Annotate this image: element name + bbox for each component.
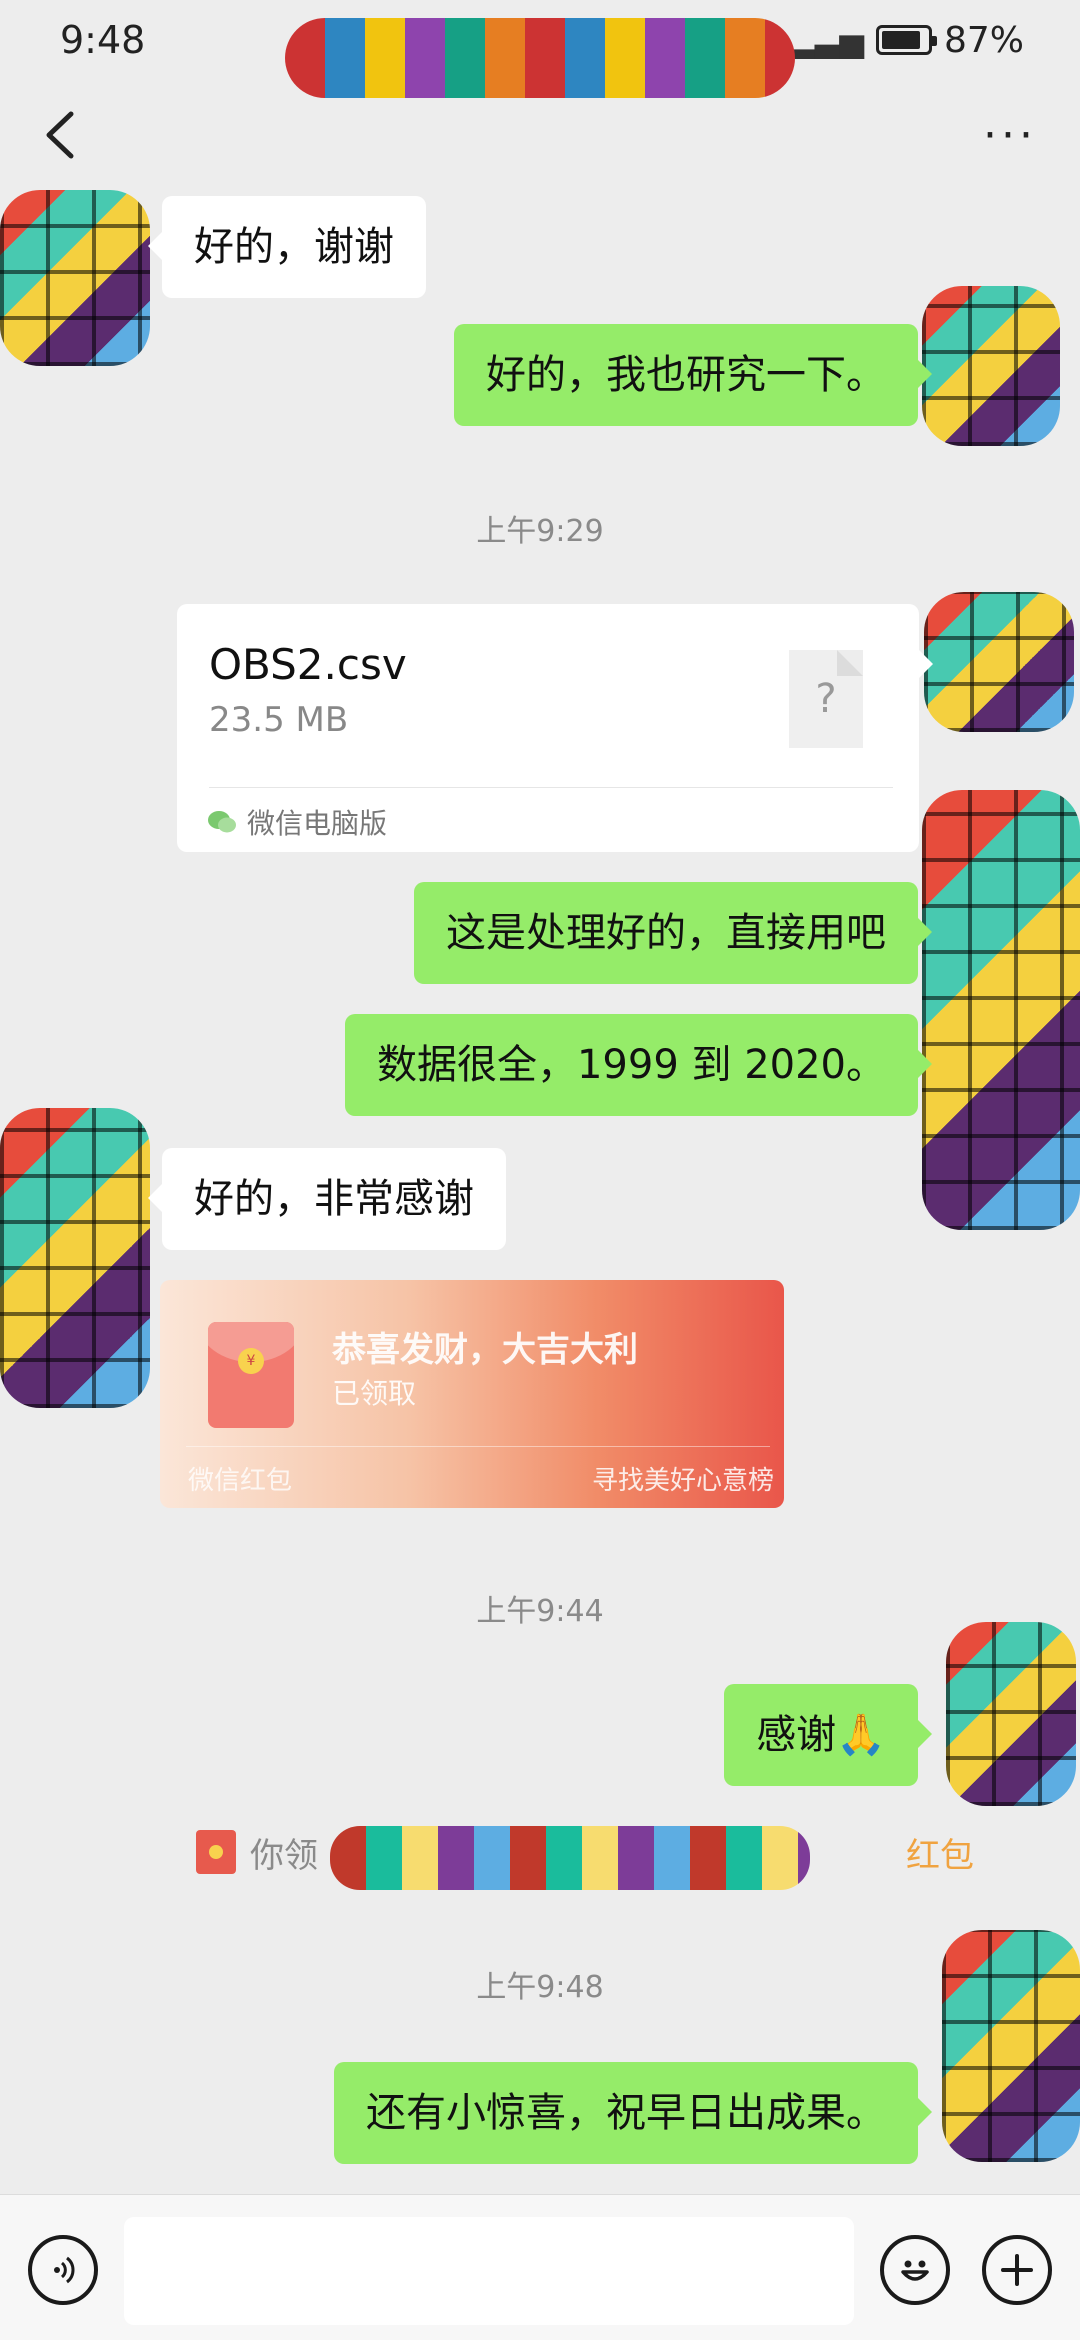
- outgoing-message[interactable]: 这是处理好的，直接用吧: [414, 882, 932, 984]
- battery-icon: [875, 25, 937, 55]
- my-avatar[interactable]: [924, 592, 1074, 732]
- red-packet-status: 已领取: [332, 1377, 417, 1410]
- battery-percent: 87%: [943, 19, 1024, 61]
- file-divider: [209, 787, 893, 788]
- file-source-label: 微信电脑版: [247, 807, 388, 840]
- red-packet-ranking-link[interactable]: 寻找美好心意榜: [592, 1460, 774, 1497]
- red-packet-divider: [186, 1446, 770, 1447]
- add-icon[interactable]: [982, 2235, 1052, 2305]
- file-message-card[interactable]: OBS2.csv 23.5 MB ? 微信电脑版: [177, 604, 933, 852]
- back-icon[interactable]: [30, 105, 90, 165]
- more-options-icon[interactable]: ···: [970, 110, 1050, 161]
- chat-title-redacted: [285, 18, 795, 98]
- timestamp: 上午9:48: [476, 1970, 604, 2005]
- wechat-icon: [208, 811, 236, 833]
- outgoing-message[interactable]: 好的，我也研究一下。: [454, 324, 932, 426]
- my-avatar[interactable]: [946, 1622, 1076, 1806]
- red-packet-link[interactable]: 红包: [906, 1828, 974, 1877]
- timestamp: 上午9:29: [476, 514, 604, 549]
- red-envelope-icon: ¥: [208, 1322, 294, 1428]
- file-size: 23.5 MB: [209, 700, 349, 740]
- incoming-message[interactable]: 好的，谢谢: [148, 196, 426, 298]
- system-notice-text: 你领: [250, 1835, 318, 1876]
- timestamp: 上午9:44: [476, 1594, 604, 1629]
- my-avatar[interactable]: [922, 286, 1060, 446]
- message-input[interactable]: [124, 2217, 854, 2325]
- outgoing-message[interactable]: 还有小惊喜，祝早日出成果。: [334, 2062, 932, 2164]
- my-avatar[interactable]: [922, 790, 1080, 1230]
- emoji-icon[interactable]: [880, 2235, 950, 2305]
- file-name: OBS2.csv: [209, 640, 407, 689]
- red-packet-icon: [196, 1830, 236, 1874]
- outgoing-message[interactable]: 数据很全，1999 到 2020。: [344, 1014, 933, 1116]
- red-packet-title: 恭喜发财，大吉大利: [332, 1330, 638, 1370]
- incoming-message[interactable]: 好的，非常感谢: [148, 1148, 506, 1250]
- notice-redacted: [330, 1826, 810, 1890]
- status-time: 9:48: [60, 18, 146, 62]
- file-source: 微信电脑版: [207, 802, 387, 842]
- red-packet-card[interactable]: ¥ 恭喜发财，大吉大利 已领取 微信红包 寻找美好心意榜: [160, 1280, 784, 1508]
- red-packet-source: 微信红包: [188, 1466, 293, 1496]
- input-bar: [0, 2194, 1080, 2340]
- unknown-file-icon: ?: [789, 650, 863, 748]
- battery-level: [881, 31, 921, 49]
- contact-avatar[interactable]: [0, 1108, 150, 1408]
- voice-input-icon[interactable]: [28, 2235, 98, 2305]
- coin-icon: ¥: [238, 1348, 264, 1374]
- contact-avatar[interactable]: [0, 190, 150, 366]
- outgoing-message[interactable]: 感谢🙏: [724, 1684, 932, 1786]
